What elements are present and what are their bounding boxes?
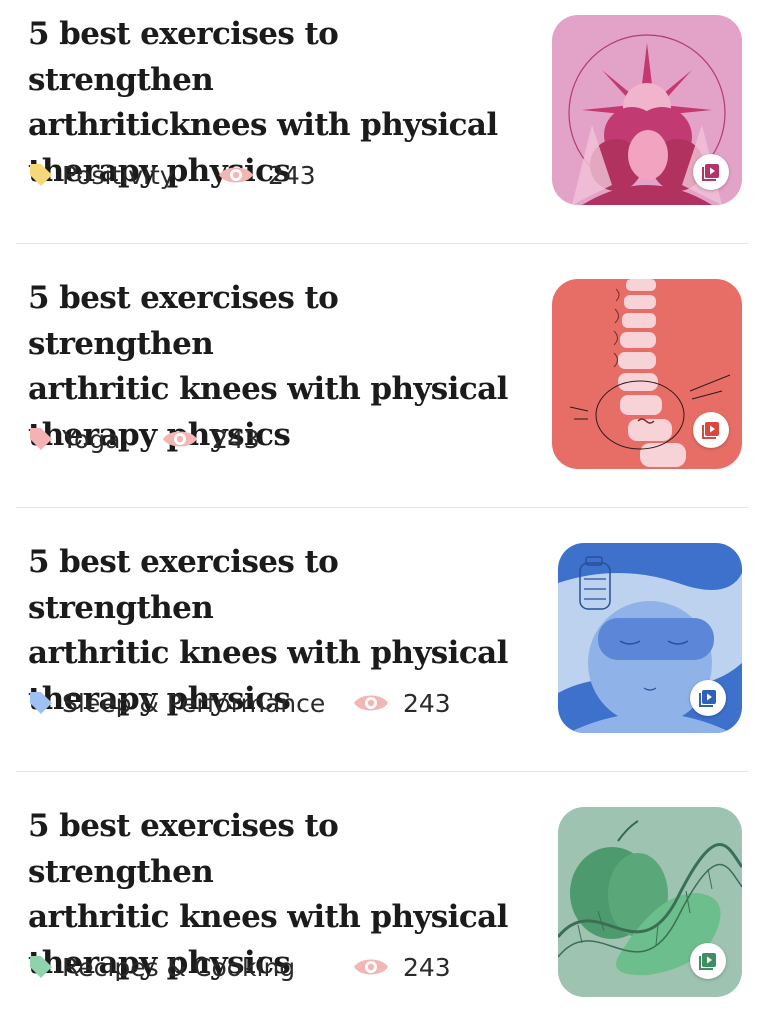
view-count: 243 [218,161,316,190]
article-thumbnail[interactable] [552,15,742,205]
article-meta: Yoga 243 [28,422,260,456]
video-play-icon [699,690,716,707]
title-line: arthritic knees with physical [28,371,508,407]
eye-icon [354,695,388,711]
tag-icon [30,164,52,186]
category-tag[interactable]: Recipes & Cooking [28,953,353,982]
article-card-sleep[interactable]: 5 best exercises to strengthen arthritic … [0,528,758,792]
eye-icon [163,431,197,447]
article-thumbnail[interactable] [558,807,742,997]
category-tag[interactable]: Positivity [28,161,218,190]
title-line: arthriticknees with physical [28,107,498,143]
title-line: 5 best exercises to strengthen [28,280,339,362]
video-play-icon [702,422,719,439]
category-label: Yoga [62,424,121,454]
article-card-recipes[interactable]: 5 best exercises to strengthen arthritic … [0,792,758,1018]
video-badge [693,412,729,448]
eye-icon [219,167,253,183]
view-count: 243 [353,953,451,982]
views-count: 243 [268,160,316,190]
divider [16,243,748,244]
tag-icon [30,428,52,450]
eye-icon [354,959,388,975]
tag-icon [30,692,52,714]
category-label: Sleep & Performance [62,688,326,718]
category-tag[interactable]: Sleep & Performance [28,689,353,718]
views-count: 243 [403,952,451,982]
article-meta: Sleep & Performance 243 [28,686,451,720]
article-feed: 5 best exercises to strengthen arthritick… [0,0,758,1018]
views-count: 243 [212,424,260,454]
video-badge [693,154,729,190]
views-count: 243 [403,688,451,718]
article-thumbnail[interactable] [552,279,742,469]
article-meta: Recipes & Cooking 243 [28,950,451,984]
article-card-positivity[interactable]: 5 best exercises to strengthen arthritick… [0,0,758,264]
category-tag[interactable]: Yoga [28,425,162,454]
video-badge [690,680,726,716]
title-line: 5 best exercises to strengthen [28,544,339,626]
title-line: 5 best exercises to strengthen [28,808,339,890]
category-label: Recipes & Cooking [62,952,296,982]
article-card-yoga[interactable]: 5 best exercises to strengthen arthritic … [0,264,758,528]
view-count: 243 [162,425,260,454]
title-line: 5 best exercises to strengthen [28,16,339,98]
article-meta: Positivity 243 [28,158,316,192]
video-play-icon [699,953,716,970]
view-count: 243 [353,689,451,718]
category-label: Positivity [62,160,175,190]
video-badge [690,943,726,979]
title-line: arthritic knees with physical [28,635,508,671]
article-thumbnail[interactable] [558,543,742,733]
divider [16,771,748,772]
tag-icon [30,956,52,978]
video-play-icon [702,164,719,181]
title-line: arthritic knees with physical [28,899,508,935]
divider [16,507,748,508]
